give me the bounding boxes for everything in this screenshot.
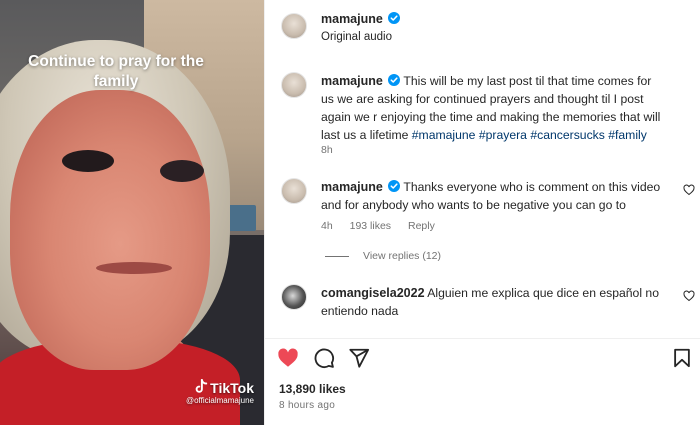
tiktok-note-icon (195, 379, 208, 393)
tiktok-logo-text: TikTok (210, 380, 254, 396)
comment-body: mamajune This will be my last post til t… (321, 72, 661, 144)
comment-username[interactable]: comangisela2022 (321, 286, 425, 300)
comment-bubble-icon[interactable] (313, 347, 335, 369)
avatar[interactable] (281, 178, 307, 204)
comment-body: mamajune Thanks everyone who is comment … (321, 178, 661, 214)
person-mouth (96, 262, 172, 274)
tiktok-watermark: TikTok @officialmamajune (186, 379, 254, 405)
post-header: mamajune Original audio (265, 10, 700, 46)
video-caption: Continue to pray for the family (28, 53, 204, 90)
verified-badge-icon (388, 74, 401, 86)
original-audio-link[interactable]: Original audio (321, 31, 392, 43)
save-bookmark-icon[interactable] (671, 347, 693, 369)
like-heart-icon[interactable] (277, 347, 299, 369)
verified-badge-icon (388, 12, 401, 24)
comment-time: 8h (321, 144, 333, 156)
post-media[interactable]: Continue to pray for the family TikTok @… (0, 0, 264, 425)
hashtag-links[interactable]: #mamajune #prayera #cancersucks #family (412, 128, 647, 142)
comment-body: comangisela2022 Alguien me explica que d… (321, 284, 661, 320)
reply-button[interactable]: Reply (408, 220, 435, 232)
avatar[interactable] (281, 284, 307, 310)
person-eye-left (62, 150, 114, 172)
person-eye-right (160, 160, 204, 182)
comment-username[interactable]: mamajune (321, 180, 383, 194)
view-replies-button[interactable]: View replies (12) (325, 250, 441, 262)
share-paper-plane-icon[interactable] (348, 347, 370, 369)
post-timestamp: 8 hours ago (279, 400, 336, 411)
replies-divider-line (325, 255, 349, 257)
tiktok-logo: TikTok (186, 379, 254, 396)
post-panel: mamajune Original audio mamajune This wi… (264, 0, 700, 425)
person-face (10, 90, 210, 370)
verified-badge-icon (388, 180, 401, 192)
comment-meta: 4h 193 likes Reply (321, 220, 449, 232)
username-text[interactable]: mamajune (321, 12, 383, 26)
tiktok-handle: @officialmamajune (185, 396, 254, 405)
like-count[interactable]: 13,890 likes (279, 382, 346, 396)
comment-meta: 8h (321, 144, 347, 156)
comment-like-heart-icon[interactable] (683, 184, 695, 196)
comment-time: 4h (321, 220, 333, 232)
view-replies-label[interactable]: View replies (12) (363, 250, 441, 262)
comment-username[interactable]: mamajune (321, 74, 383, 88)
post-actions-bar (265, 338, 700, 372)
comment-likes[interactable]: 193 likes (350, 220, 391, 232)
author-username[interactable]: mamajune (321, 12, 401, 26)
comment-like-heart-icon[interactable] (683, 290, 695, 302)
avatar[interactable] (281, 72, 307, 98)
avatar[interactable] (281, 13, 307, 39)
